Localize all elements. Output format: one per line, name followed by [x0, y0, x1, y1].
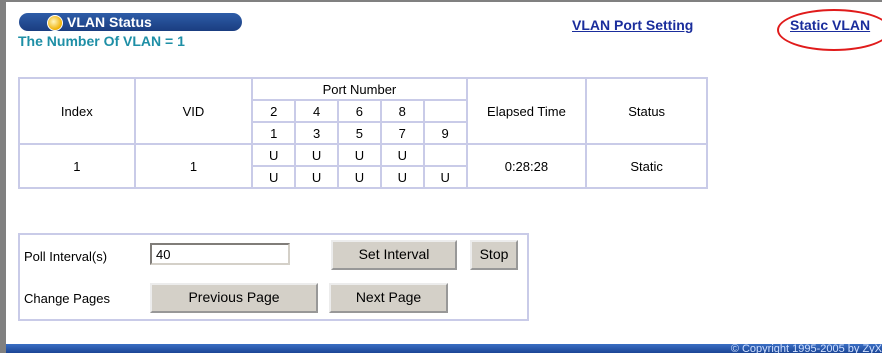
- set-interval-button[interactable]: Set Interval: [331, 240, 457, 270]
- window-frame-left: [0, 0, 6, 353]
- poll-interval-label: Poll Interval(s): [24, 249, 108, 264]
- vlan-count-text: The Number Of VLAN = 1: [18, 33, 185, 49]
- port-number-cell: 9: [422, 121, 468, 145]
- header-index: Index: [18, 77, 136, 145]
- port-membership-cell: U: [251, 165, 297, 189]
- window-frame-top: [0, 0, 882, 2]
- port-membership-cell: U: [422, 165, 468, 189]
- port-number-cell: 1: [251, 121, 297, 145]
- port-number-cell: 6: [336, 99, 382, 123]
- header-elapsed-time: Elapsed Time: [465, 77, 588, 145]
- stop-button[interactable]: Stop: [470, 240, 518, 270]
- port-number-cell: [422, 99, 468, 123]
- poll-interval-input[interactable]: [150, 243, 290, 265]
- vlan-status-title-bar: VLAN Status: [19, 13, 242, 31]
- port-number-cell: 8: [379, 99, 425, 123]
- port-membership-cell: U: [379, 165, 425, 189]
- port-membership-cell: U: [336, 165, 382, 189]
- port-number-cell: 4: [294, 99, 339, 123]
- change-pages-label: Change Pages: [24, 291, 111, 306]
- port-membership-cell: [422, 143, 468, 167]
- port-number-cell: 7: [379, 121, 425, 145]
- vlan-status-table: Index VID Port Number Elapsed Time Statu…: [18, 77, 708, 189]
- row-elapsed-time: 0:28:28: [465, 143, 588, 189]
- port-membership-cell: U: [379, 143, 425, 167]
- row-status: Static: [585, 143, 708, 189]
- copyright-text: © Copyright 1995-2005 by ZyX: [730, 344, 882, 353]
- port-number-cell: 5: [336, 121, 382, 145]
- header-vid: VID: [133, 77, 254, 145]
- port-membership-cell: U: [336, 143, 382, 167]
- highlight-ellipse: [777, 9, 882, 51]
- port-number-cell: 3: [294, 121, 339, 145]
- row-index: 1: [18, 143, 136, 189]
- next-page-button[interactable]: Next Page: [329, 283, 448, 313]
- header-port-number: Port Number: [251, 77, 468, 101]
- table-row: 1 1 U U U U 0:28:28 Static: [18, 143, 708, 189]
- page-title: VLAN Status: [67, 14, 152, 30]
- port-membership-cell: U: [294, 143, 339, 167]
- previous-page-button[interactable]: Previous Page: [150, 283, 318, 313]
- poll-control-panel: Poll Interval(s) Set Interval Stop Chang…: [18, 233, 529, 321]
- port-number-cell: 2: [251, 99, 297, 123]
- port-membership-cell: U: [294, 165, 339, 189]
- footer-bar: © Copyright 1995-2005 by ZyX: [6, 344, 882, 353]
- port-membership-cell: U: [251, 143, 297, 167]
- row-vid: 1: [133, 143, 254, 189]
- status-bullet-icon: [47, 15, 63, 31]
- header-status: Status: [585, 77, 708, 145]
- vlan-port-setting-link[interactable]: VLAN Port Setting: [572, 17, 693, 33]
